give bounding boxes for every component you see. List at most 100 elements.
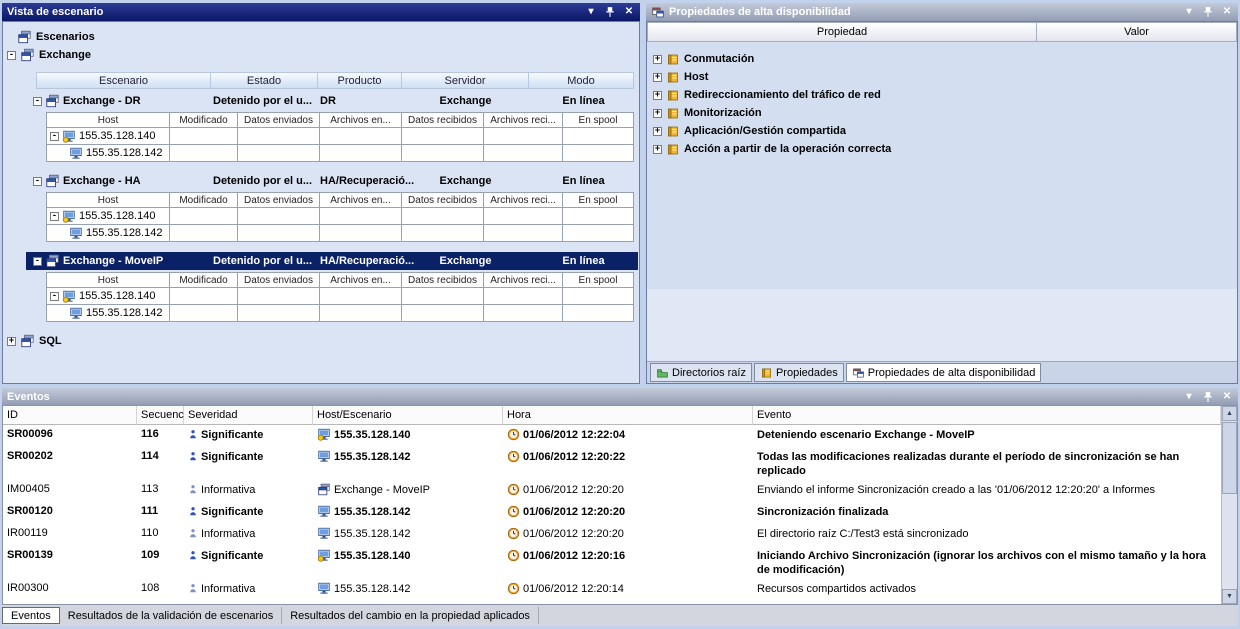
column-header-estado[interactable]: Estado <box>211 72 318 89</box>
host-row-master[interactable]: - 155.35.128.140 <box>46 288 634 305</box>
column-header-modo[interactable]: Modo <box>529 72 634 89</box>
host-col-datos-enviados[interactable]: Datos enviados <box>238 112 320 128</box>
collapse-icon[interactable]: - <box>50 292 59 301</box>
event-row[interactable]: IR00119 110 Informativa 155.35.128.142 0… <box>3 524 1221 546</box>
clock-icon <box>507 450 520 463</box>
property-item-conmutacion[interactable]: + Conmutación <box>647 50 1237 68</box>
host-col-archivos-env[interactable]: Archivos en... <box>320 112 402 128</box>
expand-icon[interactable]: + <box>653 145 662 154</box>
scenario-row-ha[interactable]: - Exchange - HA Detenido por el u... HA/… <box>26 172 638 190</box>
host-col-modificado[interactable]: Modificado <box>170 112 238 128</box>
column-header-propiedad[interactable]: Propiedad <box>647 22 1037 42</box>
collapse-icon[interactable]: - <box>50 212 59 221</box>
host-row-master[interactable]: - 155.35.128.140 <box>46 208 634 225</box>
scenario-modo: En línea <box>529 255 638 267</box>
column-header-secuencia[interactable]: Secuenci ▽ <box>137 406 184 425</box>
expand-icon[interactable]: + <box>653 55 662 64</box>
pin-icon[interactable] <box>1202 6 1214 18</box>
collapse-icon[interactable]: - <box>33 97 42 106</box>
tab-resultados-cambio-propiedad[interactable]: Resultados del cambio en la propiedad ap… <box>282 607 539 624</box>
expand-icon[interactable]: + <box>653 73 662 82</box>
expand-icon[interactable]: + <box>7 337 16 346</box>
column-header-escenario[interactable]: Escenario <box>36 72 211 89</box>
tab-propiedades[interactable]: Propiedades <box>754 363 844 382</box>
close-icon[interactable]: ✕ <box>1221 391 1233 403</box>
host-row-replica[interactable]: 155.35.128.142 <box>46 145 634 162</box>
scenario-row-moveip-selected[interactable]: - Exchange - MoveIP Detenido por el u...… <box>26 252 638 270</box>
property-item-aplicacion-gestion[interactable]: + Aplicación/Gestión compartida <box>647 122 1237 140</box>
column-header-severidad[interactable]: Severidad <box>184 406 313 425</box>
column-header-hora[interactable]: Hora <box>503 406 753 425</box>
host-col-modificado[interactable]: Modificado <box>170 272 238 288</box>
host-col-datos-enviados[interactable]: Datos enviados <box>238 192 320 208</box>
host-col-archivos-rec[interactable]: Archivos reci... <box>484 192 563 208</box>
expand-icon[interactable]: + <box>653 91 662 100</box>
column-header-evento[interactable]: Evento <box>753 406 1221 425</box>
host-col-host[interactable]: Host <box>46 112 170 128</box>
time-label: 01/06/2012 12:20:22 <box>523 450 625 463</box>
tree-node-exchange-group[interactable]: - Exchange <box>7 46 639 64</box>
event-time: 01/06/2012 12:20:20 <box>503 524 753 542</box>
tree-node-sql-group[interactable]: + SQL <box>7 332 639 350</box>
event-row[interactable]: IR00300 108 Informativa 155.35.128.142 0… <box>3 579 1221 601</box>
host-col-archivos-env[interactable]: Archivos en... <box>320 192 402 208</box>
host-stat-cell <box>484 145 563 162</box>
tab-directorios-raiz[interactable]: Directorios raíz <box>650 363 752 382</box>
event-row[interactable]: SR00096 116 Significante 155.35.128.140 … <box>3 425 1221 447</box>
host-col-datos-enviados[interactable]: Datos enviados <box>238 272 320 288</box>
scroll-down-icon[interactable]: ▼ <box>1222 589 1237 604</box>
host-row-replica[interactable]: 155.35.128.142 <box>46 225 634 242</box>
collapse-icon[interactable]: - <box>33 257 42 266</box>
event-id: SR00139 <box>3 546 137 563</box>
scenario-row-dr[interactable]: - Exchange - DR Detenido por el u... DR … <box>26 92 638 110</box>
event-seq: 114 <box>137 447 184 464</box>
events-vertical-scrollbar[interactable]: ▲ ▼ <box>1221 406 1237 604</box>
column-header-id[interactable]: ID <box>3 406 137 425</box>
property-item-accion-operacion[interactable]: + Acción a partir de la operación correc… <box>647 140 1237 158</box>
pin-icon[interactable] <box>1202 391 1214 403</box>
host-row-master[interactable]: - 155.35.128.140 <box>46 128 634 145</box>
column-header-servidor[interactable]: Servidor <box>402 72 529 89</box>
collapse-icon[interactable]: - <box>7 51 16 60</box>
host-col-modificado[interactable]: Modificado <box>170 192 238 208</box>
event-row[interactable]: IM00405 113 Informativa Exchange - MoveI… <box>3 480 1221 502</box>
expand-icon[interactable]: + <box>653 127 662 136</box>
property-item-monitorizacion[interactable]: + Monitorización <box>647 104 1237 122</box>
host-col-archivos-rec[interactable]: Archivos reci... <box>484 112 563 128</box>
tree-node-escenarios[interactable]: Escenarios <box>17 28 639 46</box>
event-row[interactable]: SR00139 109 Significante 155.35.128.140 … <box>3 546 1221 579</box>
host-col-datos-recibidos[interactable]: Datos recibidos <box>402 272 484 288</box>
event-row[interactable]: SR00120 111 Significante 155.35.128.142 … <box>3 502 1221 524</box>
column-header-valor[interactable]: Valor <box>1037 22 1237 42</box>
collapse-icon[interactable]: - <box>50 132 59 141</box>
host-col-host[interactable]: Host <box>46 272 170 288</box>
close-icon[interactable]: ✕ <box>1221 6 1233 18</box>
chevron-down-icon[interactable]: ▾ <box>1183 391 1195 403</box>
scrollbar-thumb[interactable] <box>1222 422 1237 494</box>
pin-icon[interactable] <box>604 6 616 18</box>
column-header-host-escenario[interactable]: Host/Escenario <box>313 406 503 425</box>
host-col-en-spool[interactable]: En spool <box>563 112 634 128</box>
tab-propiedades-alta-disponibilidad[interactable]: Propiedades de alta disponibilidad <box>846 363 1042 382</box>
property-item-host[interactable]: + Host <box>647 68 1237 86</box>
chevron-down-icon[interactable]: ▾ <box>1183 6 1195 18</box>
chevron-down-icon[interactable]: ▾ <box>585 6 597 18</box>
host-row-replica[interactable]: 155.35.128.142 <box>46 305 634 322</box>
close-icon[interactable]: ✕ <box>623 6 635 18</box>
host-col-host[interactable]: Host <box>46 192 170 208</box>
column-header-producto[interactable]: Producto <box>318 72 402 89</box>
property-item-redireccionamiento[interactable]: + Redireccionamiento del tráfico de red <box>647 86 1237 104</box>
host-stat-cell <box>238 208 320 225</box>
host-col-datos-recibidos[interactable]: Datos recibidos <box>402 192 484 208</box>
host-col-en-spool[interactable]: En spool <box>563 192 634 208</box>
tab-eventos[interactable]: Eventos <box>2 607 60 624</box>
host-col-datos-recibidos[interactable]: Datos recibidos <box>402 112 484 128</box>
host-col-en-spool[interactable]: En spool <box>563 272 634 288</box>
host-col-archivos-env[interactable]: Archivos en... <box>320 272 402 288</box>
event-row[interactable]: SR00202 114 Significante 155.35.128.142 … <box>3 447 1221 480</box>
expand-icon[interactable]: + <box>653 109 662 118</box>
scroll-up-icon[interactable]: ▲ <box>1222 406 1237 421</box>
collapse-icon[interactable]: - <box>33 177 42 186</box>
tab-resultados-validacion[interactable]: Resultados de la validación de escenario… <box>60 607 282 624</box>
host-col-archivos-rec[interactable]: Archivos reci... <box>484 272 563 288</box>
